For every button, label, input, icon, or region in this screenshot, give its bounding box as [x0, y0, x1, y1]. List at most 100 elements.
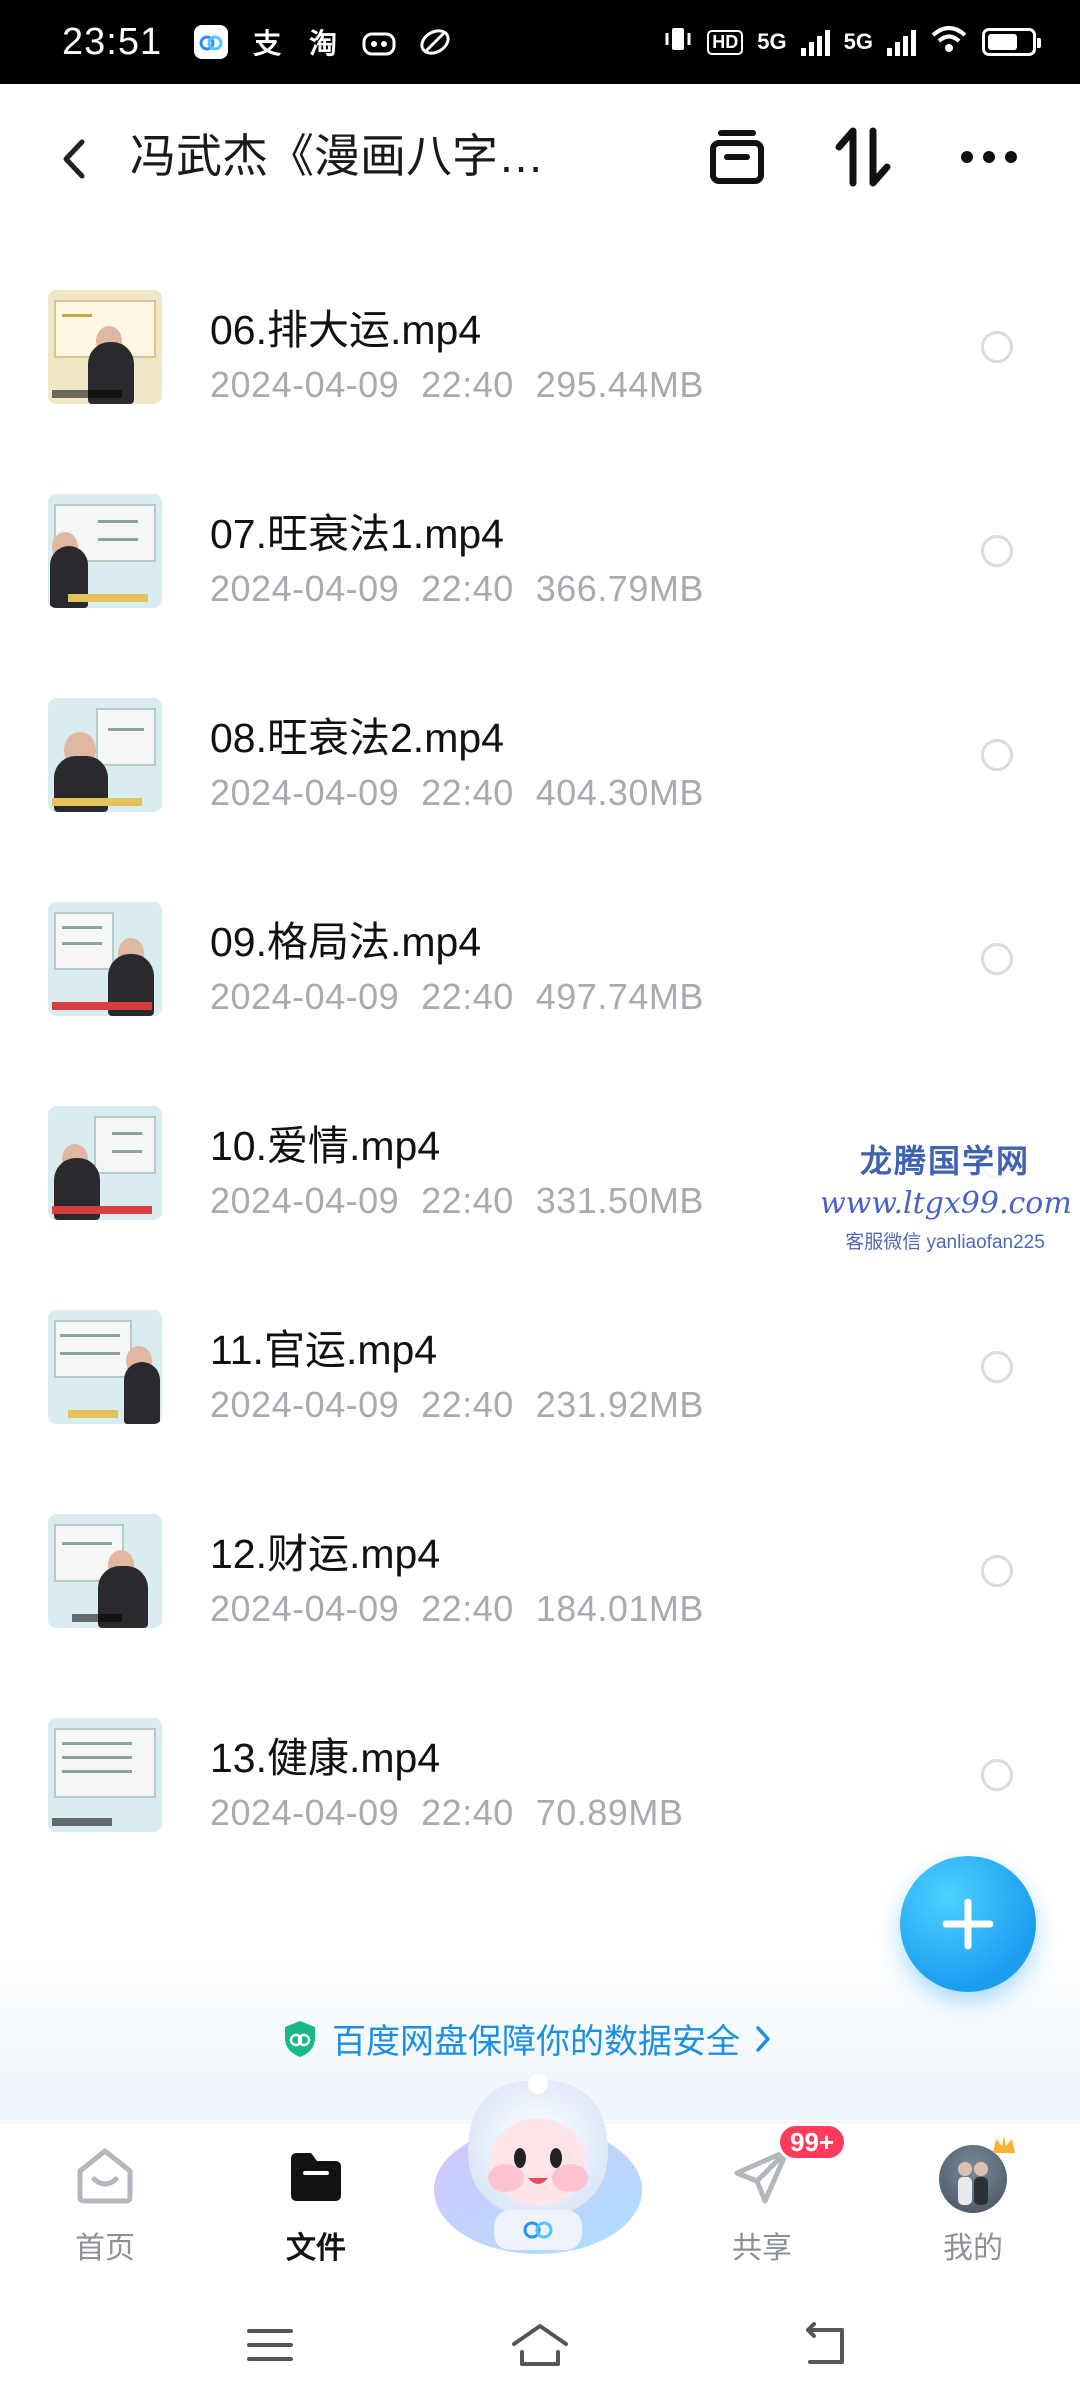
file-meta: 2024-04-09 22:40 497.74MB [210, 976, 704, 1018]
video-thumbnail [48, 1310, 162, 1424]
file-row[interactable]: 12.财运.mp4 2024-04-09 22:40 184.01MB [0, 1458, 1080, 1662]
select-checkbox[interactable] [981, 1759, 1013, 1791]
file-date: 2024-04-09 [210, 364, 400, 405]
file-row[interactable]: 07.旺衰法1.mp4 2024-04-09 22:40 366.79MB [0, 438, 1080, 642]
file-time: 22:40 [421, 1384, 514, 1425]
video-thumbnail [48, 902, 162, 1016]
video-thumbnail [48, 494, 162, 608]
tab-mine[interactable]: 我的 [893, 2123, 1053, 2283]
file-size: 231.92MB [535, 1384, 704, 1425]
select-checkbox[interactable] [981, 1351, 1013, 1383]
file-name: 10.爱情.mp4 [210, 1123, 441, 1169]
file-row[interactable]: 11.官运.mp4 2024-04-09 22:40 231.92MB [0, 1254, 1080, 1458]
file-date: 2024-04-09 [210, 1384, 400, 1425]
sort-icon [835, 127, 891, 187]
tab-files[interactable]: 文件 [236, 2123, 396, 2283]
file-list: 06.排大运.mp4 2024-04-09 22:40 295.44MB 07.旺衰… [0, 234, 1080, 1866]
more-options-button[interactable] [954, 122, 1024, 192]
watermark-wechat: 客服微信 yanliaofan225 [845, 1232, 1045, 1253]
status-bar: 23:51 支 淘 HD 5G 5G [0, 0, 1080, 84]
file-time: 22:40 [421, 772, 514, 813]
select-checkbox[interactable] [981, 739, 1013, 771]
file-date: 2024-04-09 [210, 1792, 400, 1833]
file-meta: 2024-04-09 22:40 295.44MB [210, 364, 704, 406]
system-nav-bar [0, 2282, 1080, 2408]
crown-icon [993, 2136, 1015, 2153]
leaf-status-icon [418, 25, 452, 59]
file-time: 22:40 [421, 364, 514, 405]
file-meta: 2024-04-09 22:40 331.50MB [210, 1180, 704, 1222]
tab-home-label: 首页 [75, 2232, 135, 2265]
tab-home[interactable]: 首页 [25, 2123, 185, 2283]
file-meta: 2024-04-09 22:40 366.79MB [210, 568, 704, 610]
chevron-right-icon [756, 2025, 770, 2052]
file-time: 22:40 [421, 1180, 514, 1221]
taobao-status-icon: 淘 [309, 28, 338, 59]
network-type-2: 5G [843, 29, 873, 54]
select-checkbox[interactable] [981, 535, 1013, 567]
file-date: 2024-04-09 [210, 1588, 400, 1629]
header-bar: 冯武杰《漫画八字… [0, 84, 1080, 234]
file-row[interactable]: 09.格局法.mp4 2024-04-09 22:40 497.74MB [0, 846, 1080, 1050]
back-arrow-icon [806, 2322, 844, 2364]
file-row[interactable]: 08.旺衰法2.mp4 2024-04-09 22:40 404.30MB [0, 642, 1080, 846]
recents-button[interactable] [235, 2310, 305, 2380]
file-time: 22:40 [421, 976, 514, 1017]
file-size: 70.89MB [535, 1792, 684, 1833]
file-meta: 2024-04-09 22:40 231.92MB [210, 1384, 704, 1426]
home-icon [74, 2145, 136, 2207]
file-meta: 2024-04-09 22:40 184.01MB [210, 1588, 704, 1630]
back-button[interactable] [50, 134, 100, 184]
tab-share-label: 共享 [732, 2232, 792, 2265]
watermark-url: www.ltgx99.com [820, 1186, 1072, 1221]
select-checkbox[interactable] [981, 1555, 1013, 1587]
home-button[interactable] [505, 2310, 575, 2380]
network-type-1: 5G [757, 29, 787, 54]
select-mode-button[interactable] [702, 122, 772, 192]
file-time: 22:40 [421, 568, 514, 609]
battery-icon [982, 28, 1041, 56]
signal-icon-1 [800, 28, 830, 56]
file-name: 11.官运.mp4 [210, 1327, 438, 1373]
security-text: 百度网盘保障你的数据安全 [332, 2023, 740, 2061]
file-size: 497.74MB [535, 976, 704, 1017]
alipay-status-icon: 支 [253, 28, 282, 59]
file-row[interactable]: 06.排大运.mp4 2024-04-09 22:40 295.44MB [0, 234, 1080, 438]
file-date: 2024-04-09 [210, 976, 400, 1017]
file-date: 2024-04-09 [210, 772, 400, 813]
signal-icon-2 [887, 28, 916, 56]
select-checkbox[interactable] [981, 943, 1013, 975]
video-thumbnail [48, 1106, 162, 1220]
tab-share[interactable]: 99+ 共享 [682, 2123, 848, 2283]
back-nav-button[interactable] [790, 2310, 860, 2380]
video-thumbnail [48, 1718, 162, 1832]
watermark-title: 龙腾国学网 [859, 1143, 1030, 1179]
file-date: 2024-04-09 [210, 1180, 400, 1221]
file-name: 13.健康.mp4 [210, 1735, 441, 1781]
file-row[interactable]: 13.健康.mp4 2024-04-09 22:40 70.89MB [0, 1662, 1080, 1866]
folder-title: 冯武杰《漫画八字… [130, 130, 544, 182]
folder-icon [285, 2145, 347, 2207]
tab-files-label: 文件 [286, 2232, 346, 2265]
more-icon [961, 151, 1017, 163]
file-size: 404.30MB [535, 772, 704, 813]
file-date: 2024-04-09 [210, 568, 400, 609]
select-checkbox[interactable] [981, 331, 1013, 363]
video-thumbnail [48, 290, 162, 404]
file-name: 12.财运.mp4 [210, 1531, 441, 1577]
file-size: 184.01MB [535, 1588, 704, 1629]
baidu-netdisk-status-icon [194, 25, 229, 59]
back-icon [63, 139, 85, 179]
status-right: HD 5G 5G [663, 24, 1041, 60]
file-name: 09.格局法.mp4 [210, 919, 482, 965]
file-name: 08.旺衰法2.mp4 [210, 715, 504, 761]
plus-icon [942, 1898, 994, 1950]
file-time: 22:40 [421, 1792, 514, 1833]
add-button[interactable] [900, 1856, 1036, 1992]
mascot-icon [434, 2074, 642, 2254]
file-name: 07.旺衰法1.mp4 [210, 511, 504, 557]
sort-button[interactable] [828, 122, 898, 192]
security-link[interactable]: 百度网盘保障你的数据安全 [282, 2014, 772, 2063]
file-time: 22:40 [421, 1588, 514, 1629]
mascot-center-button[interactable] [428, 2060, 648, 2270]
